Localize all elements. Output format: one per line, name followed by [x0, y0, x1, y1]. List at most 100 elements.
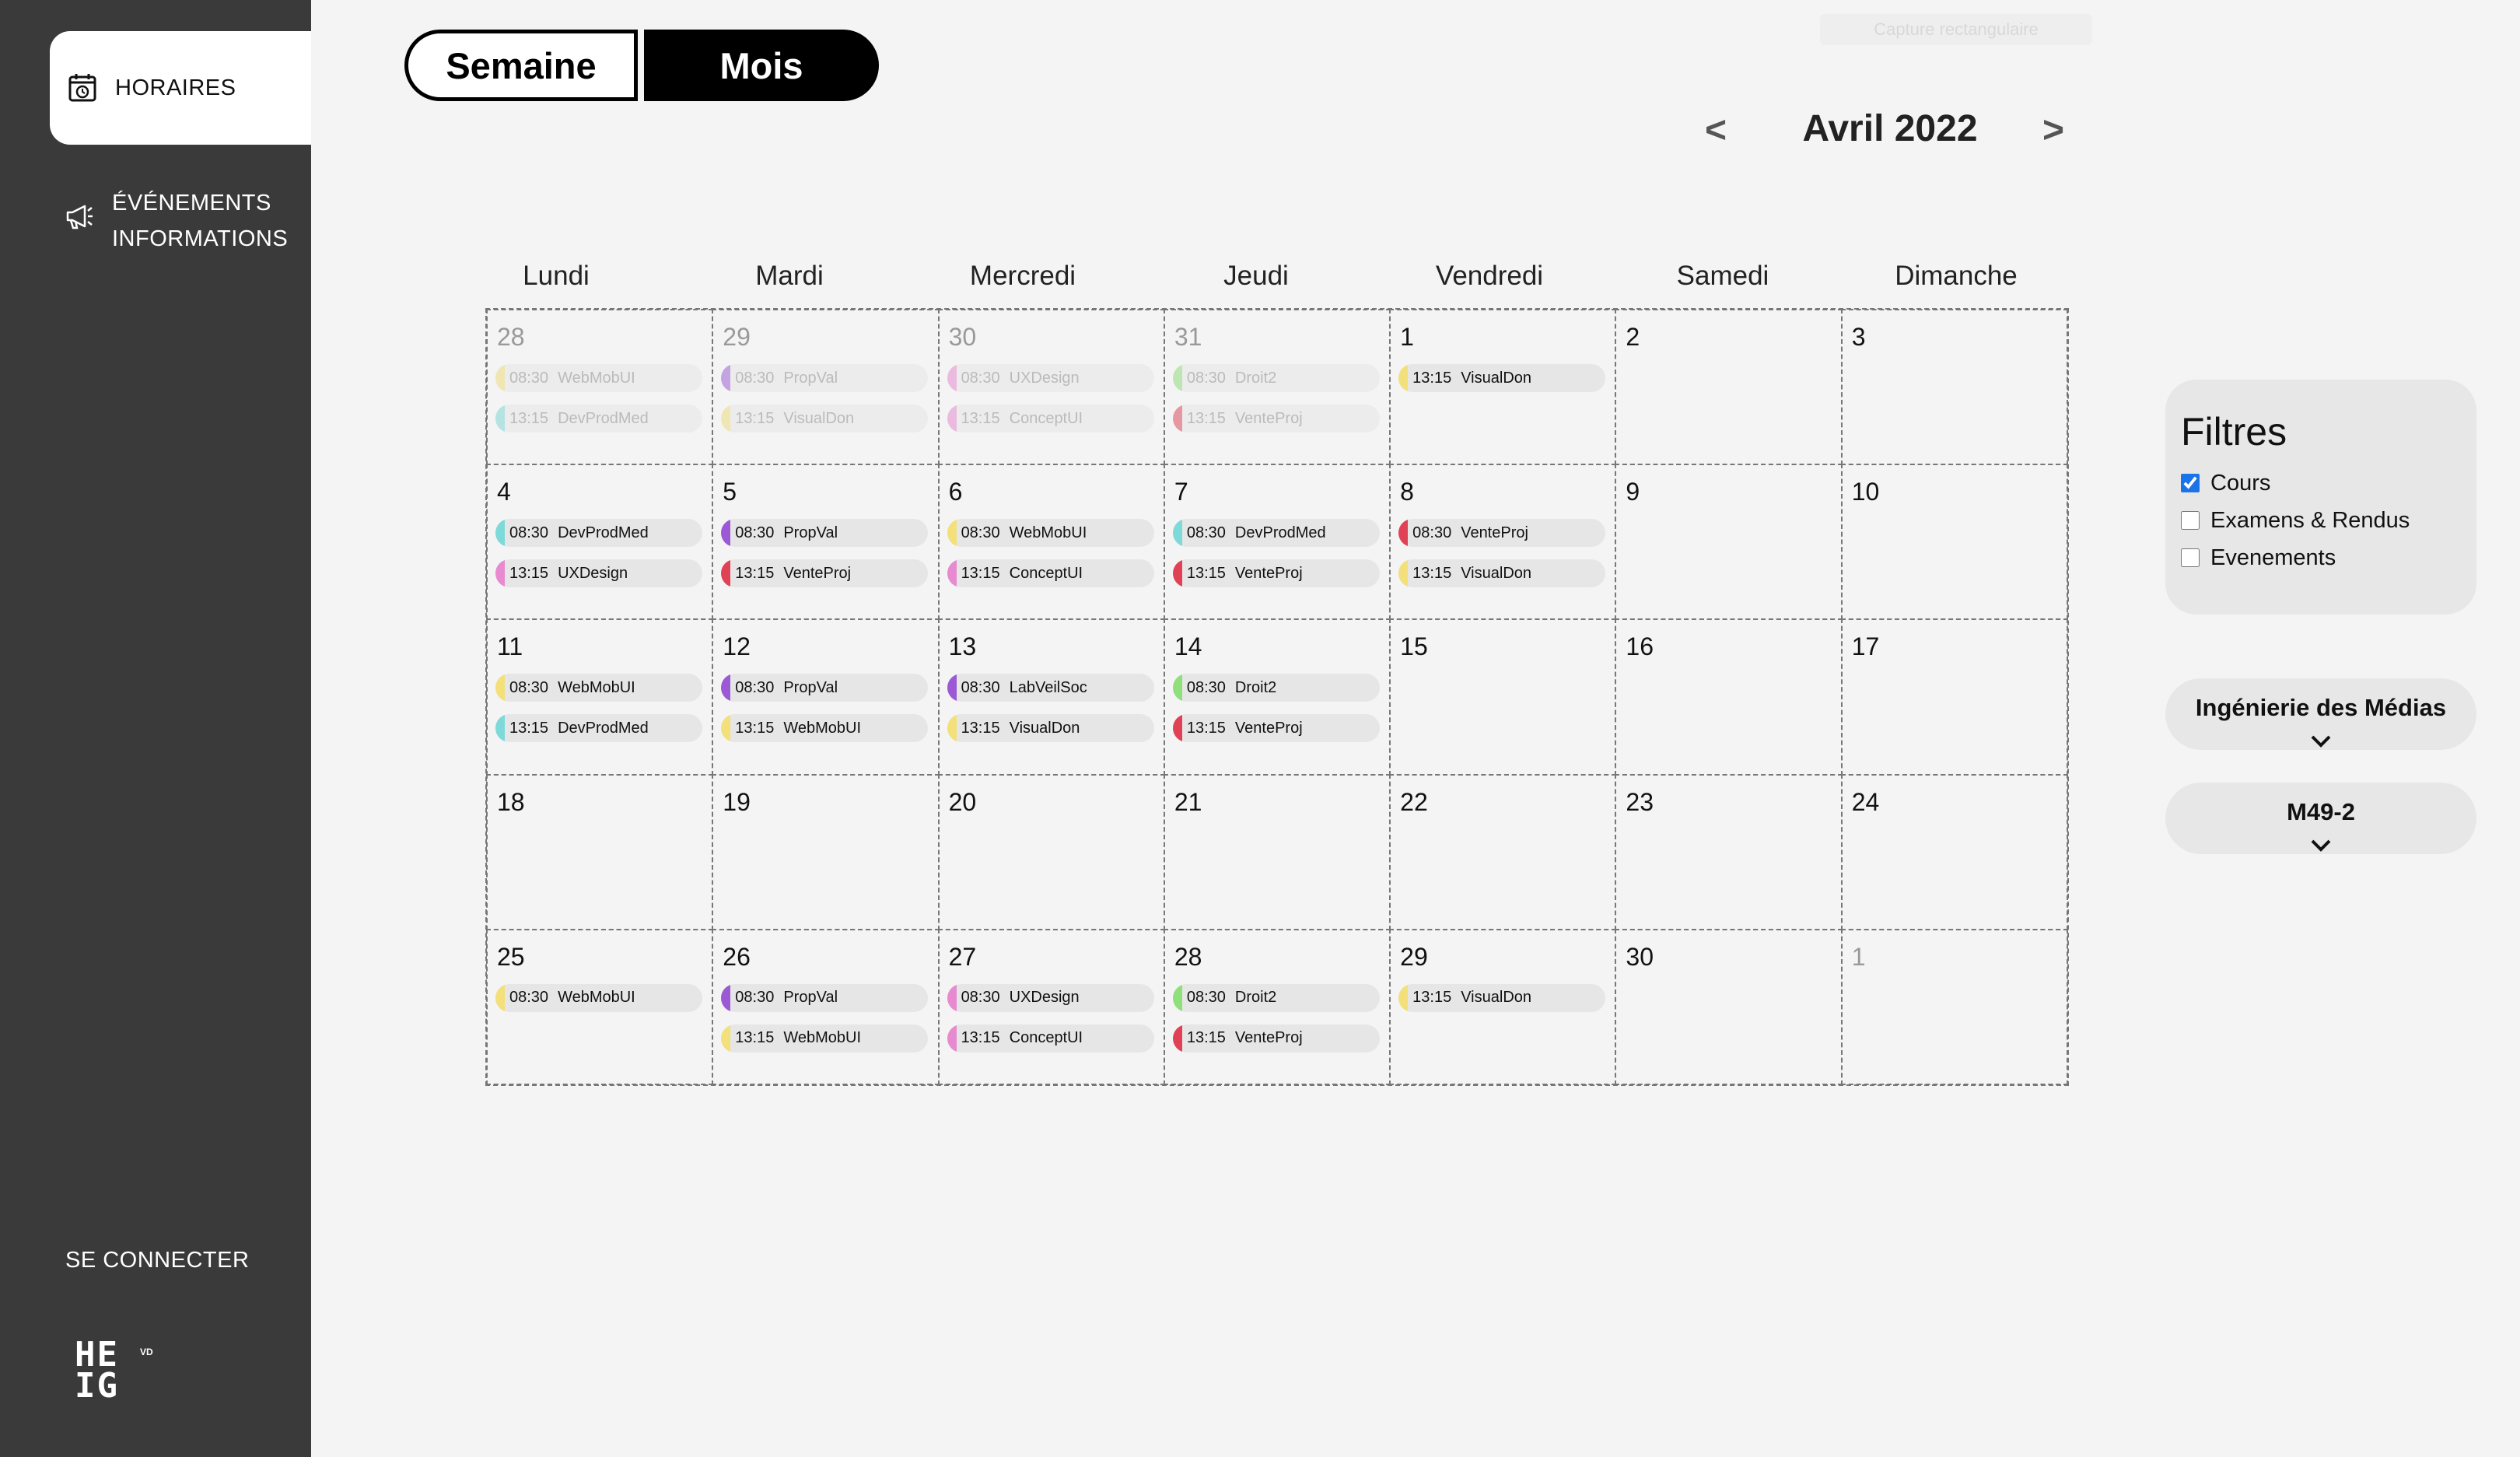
day-cell[interactable]: 11 08:30 WebMobUI 13:15 DevProdMed [486, 618, 714, 776]
course-event[interactable]: 13:15 DevProdMed [495, 405, 702, 433]
course-event[interactable]: 08:30 WebMobUI [495, 674, 702, 702]
day-cell[interactable]: 5 08:30 PropVal 13:15 VenteProj [712, 464, 940, 621]
day-cell[interactable]: 25 08:30 WebMobUI [486, 928, 714, 1085]
course-event[interactable]: 08:30 Droit2 [1172, 674, 1380, 702]
course-event[interactable]: 13:15 ConceptUI [947, 559, 1154, 588]
weekday-header: Samedi [1676, 261, 1769, 291]
course-event[interactable]: 13:15 VisualDon [721, 405, 929, 433]
day-cell[interactable]: 31 08:30 Droit2 13:15 VenteProj [1163, 309, 1391, 466]
course-event[interactable]: 13:15 VisualDon [947, 714, 1154, 743]
class-dropdown[interactable]: M49-2 [2165, 783, 2476, 854]
course-event[interactable]: 08:30 DevProdMed [1172, 519, 1380, 548]
filter-checkbox[interactable] [2181, 511, 2200, 530]
day-cell[interactable]: 10 [1840, 464, 2068, 621]
day-cell[interactable]: 19 [712, 773, 940, 930]
course-event[interactable]: 13:15 ConceptUI [947, 1024, 1154, 1052]
department-dropdown-label: Ingénierie des Médias [2195, 694, 2447, 721]
course-event[interactable]: 13:15 VenteProj [1172, 1024, 1380, 1052]
day-cell[interactable]: 29 08:30 PropVal 13:15 VisualDon [712, 309, 940, 466]
day-cell[interactable]: 12 08:30 PropVal 13:15 WebMobUI [712, 618, 940, 776]
next-month-button[interactable]: > [2042, 109, 2064, 152]
day-cell[interactable]: 20 [937, 773, 1165, 930]
weekday-header: Vendredi [1435, 261, 1544, 291]
course-event[interactable]: 08:30 UXDesign [947, 364, 1154, 392]
day-cell[interactable]: 6 08:30 WebMobUI 13:15 ConceptUI [937, 464, 1165, 621]
day-number: 28 [1174, 942, 1202, 971]
day-number: 14 [1174, 632, 1202, 661]
day-cell[interactable]: 27 08:30 UXDesign 13:15 ConceptUI [937, 928, 1165, 1085]
day-cell[interactable]: 9 [1615, 464, 1843, 621]
course-event[interactable]: 13:15 WebMobUI [721, 1024, 929, 1052]
day-cell[interactable]: 26 08:30 PropVal 13:15 WebMobUI [712, 928, 940, 1085]
course-event[interactable]: 08:30 PropVal [721, 519, 929, 548]
event-time: 08:30 [1412, 524, 1452, 541]
event-time: 13:15 [961, 564, 1000, 582]
course-event[interactable]: 13:15 VisualDon [1398, 559, 1606, 588]
filter-checkbox[interactable] [2181, 548, 2200, 567]
day-cell[interactable]: 21 [1163, 773, 1391, 930]
login-link[interactable]: SE CONNECTER [65, 1248, 249, 1273]
day-number: 21 [1174, 787, 1202, 816]
view-week-button[interactable]: Semaine [404, 30, 638, 101]
course-event[interactable]: 13:15 VisualDon [1398, 983, 1606, 1012]
course-event[interactable]: 13:15 UXDesign [495, 559, 702, 588]
previous-month-button[interactable]: < [1705, 109, 1727, 152]
day-number: 20 [948, 787, 977, 816]
course-event[interactable]: 08:30 PropVal [721, 983, 929, 1012]
day-cell[interactable]: 22 [1389, 773, 1617, 930]
course-event[interactable]: 13:15 VenteProj [1172, 714, 1380, 743]
filter-option[interactable]: Evenements [2181, 545, 2461, 570]
event-title: VenteProj [1234, 564, 1303, 582]
day-cell[interactable]: 16 [1615, 618, 1843, 776]
department-dropdown[interactable]: Ingénierie des Médias [2165, 678, 2476, 750]
course-event[interactable]: 08:30 PropVal [721, 364, 929, 392]
nav-item-schedule[interactable]: HORAIRES [50, 31, 311, 145]
day-cell[interactable]: 7 08:30 DevProdMed 13:15 VenteProj [1163, 464, 1391, 621]
event-title: WebMobUI [1009, 524, 1087, 541]
course-event[interactable]: 13:15 DevProdMed [495, 714, 702, 743]
day-cell[interactable]: 24 [1840, 773, 2068, 930]
course-event[interactable]: 13:15 VenteProj [721, 559, 929, 588]
course-event[interactable]: 08:30 DevProdMed [495, 519, 702, 548]
filter-checkbox[interactable] [2181, 474, 2200, 492]
day-cell[interactable]: 4 08:30 DevProdMed 13:15 UXDesign [486, 464, 714, 621]
day-cell[interactable]: 15 [1389, 618, 1617, 776]
course-event[interactable]: 08:30 UXDesign [947, 983, 1154, 1012]
course-event[interactable]: 08:30 WebMobUI [947, 519, 1154, 548]
course-event[interactable]: 08:30 VenteProj [1398, 519, 1606, 548]
day-number: 6 [948, 478, 963, 506]
day-cell[interactable]: 30 08:30 UXDesign 13:15 ConceptUI [937, 309, 1165, 466]
event-title: VenteProj [1461, 524, 1528, 541]
day-cell[interactable]: 1 13:15 VisualDon [1389, 309, 1617, 466]
day-cell[interactable]: 30 [1615, 928, 1843, 1085]
day-cell[interactable]: 23 [1615, 773, 1843, 930]
day-cell[interactable]: 2 [1615, 309, 1843, 466]
nav-item-events[interactable]: ÉVÉNEMENTS INFORMATIONS [62, 185, 288, 257]
course-event[interactable]: 08:30 WebMobUI [495, 983, 702, 1012]
course-event[interactable]: 13:15 VenteProj [1172, 405, 1380, 433]
day-cell[interactable]: 28 08:30 Droit2 13:15 VenteProj [1163, 928, 1391, 1085]
course-event[interactable]: 08:30 Droit2 [1172, 983, 1380, 1012]
day-cell[interactable]: 17 [1840, 618, 2068, 776]
day-cell[interactable]: 13 08:30 LabVeilSoc 13:15 VisualDon [937, 618, 1165, 776]
course-event[interactable]: 13:15 ConceptUI [947, 405, 1154, 433]
course-event[interactable]: 08:30 Droit2 [1172, 364, 1380, 392]
course-event[interactable]: 13:15 VisualDon [1398, 364, 1606, 392]
filter-option[interactable]: Examens & Rendus [2181, 508, 2461, 533]
day-cell[interactable]: 1 [1840, 928, 2068, 1085]
course-event[interactable]: 08:30 WebMobUI [495, 364, 702, 392]
view-month-button[interactable]: Mois [644, 30, 879, 101]
course-event[interactable]: 13:15 WebMobUI [721, 714, 929, 743]
course-event[interactable]: 13:15 VenteProj [1172, 559, 1380, 588]
day-number: 27 [948, 942, 977, 971]
course-event[interactable]: 08:30 PropVal [721, 674, 929, 702]
day-cell[interactable]: 3 [1840, 309, 2068, 466]
event-title: PropVal [783, 524, 838, 541]
day-cell[interactable]: 8 08:30 VenteProj 13:15 VisualDon [1389, 464, 1617, 621]
day-cell[interactable]: 28 08:30 WebMobUI 13:15 DevProdMed [486, 309, 714, 466]
day-cell[interactable]: 29 13:15 VisualDon [1389, 928, 1617, 1085]
filter-option[interactable]: Cours [2181, 471, 2461, 496]
day-cell[interactable]: 18 [486, 773, 714, 930]
day-cell[interactable]: 14 08:30 Droit2 13:15 VenteProj [1163, 618, 1391, 776]
course-event[interactable]: 08:30 LabVeilSoc [947, 674, 1154, 702]
